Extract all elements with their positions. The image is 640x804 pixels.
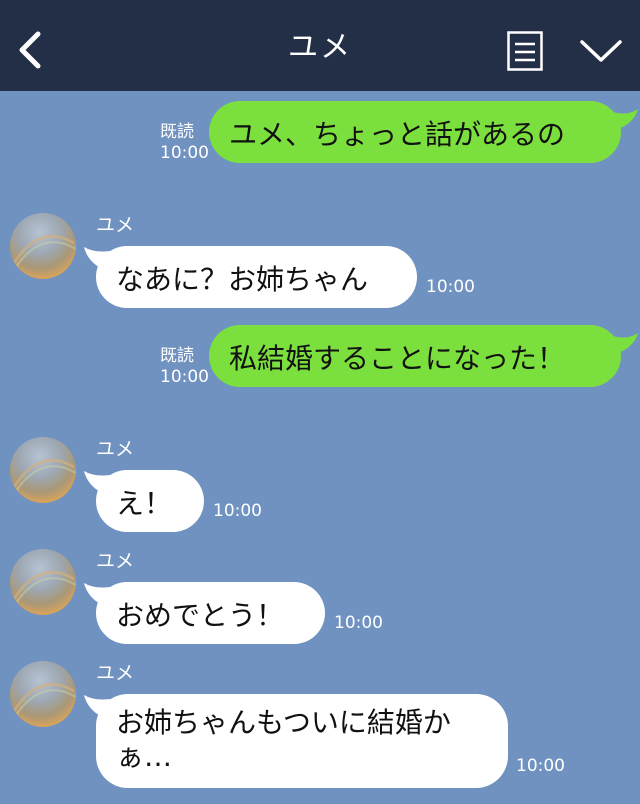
sender-name: ユメ (96, 214, 135, 236)
rainbow-avatar-icon (12, 682, 76, 716)
sender-name: ユメ (96, 550, 135, 572)
their-message-bubble[interactable]: え！ (96, 470, 204, 532)
bubble-tail (610, 109, 638, 129)
rainbow-avatar-icon (12, 458, 76, 492)
message-time: 10:00 (213, 501, 262, 521)
note-icon (507, 31, 543, 71)
note-button[interactable] (507, 31, 543, 71)
avatar[interactable] (10, 549, 76, 615)
avatar[interactable] (10, 213, 76, 279)
bubble-tail (610, 333, 638, 353)
message-time: 10:00 (516, 756, 565, 776)
chevron-down-icon (580, 40, 622, 62)
chat-header: ユメ (0, 0, 640, 91)
their-message-bubble[interactable]: お姉ちゃんもついに結婚か ぁ… (96, 694, 508, 788)
message-time: 10:00 (160, 143, 209, 163)
my-message-bubble[interactable]: ユメ、ちょっと話があるの (209, 101, 621, 163)
message-text: おめでとう！ (116, 599, 285, 632)
rainbow-avatar-icon (12, 234, 76, 268)
message-time: 10:00 (426, 277, 475, 297)
message-text: 私結婚することになった！ (229, 342, 566, 375)
avatar[interactable] (10, 661, 76, 727)
message-list[interactable]: 既読 10:00 ユメ、ちょっと話があるの ユメ なあに？お姉ちゃん 10:00… (0, 91, 640, 804)
their-message-bubble[interactable]: おめでとう！ (96, 582, 325, 644)
rainbow-avatar-icon (12, 570, 76, 604)
message-time: 10:00 (334, 613, 383, 633)
message-text: え！ (116, 487, 173, 520)
message-text-line: お姉ちゃんもついに結婚か (116, 706, 451, 739)
message-text-line: ぁ… (116, 740, 173, 773)
sender-name: ユメ (96, 662, 135, 684)
chat-title: ユメ (288, 30, 352, 65)
message-meta: 既読 10:00 (160, 122, 209, 164)
message-time: 10:00 (160, 367, 209, 387)
message-text: なあに？お姉ちゃん (116, 263, 369, 296)
avatar[interactable] (10, 437, 76, 503)
menu-button[interactable] (578, 36, 624, 66)
their-message-bubble[interactable]: なあに？お姉ちゃん (96, 246, 417, 308)
sender-name: ユメ (96, 438, 135, 460)
my-message-bubble[interactable]: 私結婚することになった！ (209, 325, 621, 387)
message-meta: 既読 10:00 (160, 346, 209, 388)
read-label: 既読 (160, 346, 194, 366)
message-text: ユメ、ちょっと話があるの (229, 118, 566, 151)
read-label: 既読 (160, 122, 194, 142)
